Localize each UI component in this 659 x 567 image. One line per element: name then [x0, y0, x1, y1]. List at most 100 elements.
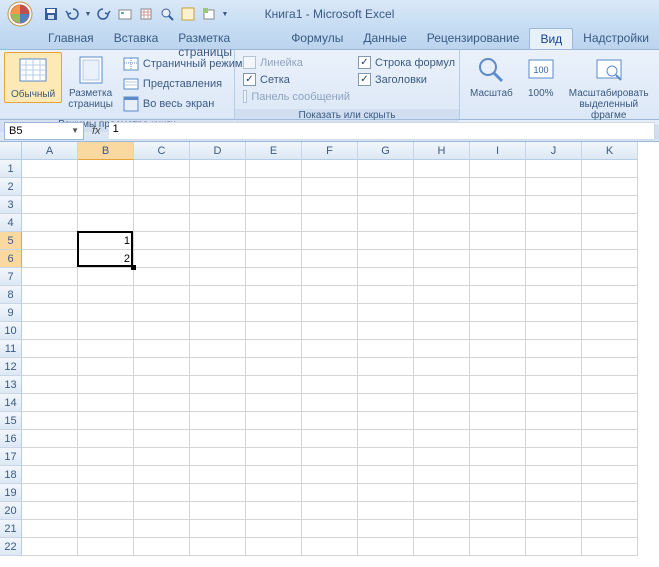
- column-header[interactable]: D: [190, 142, 246, 160]
- cell[interactable]: [246, 430, 302, 448]
- chevron-down-icon[interactable]: ▼: [71, 126, 79, 135]
- redo-icon[interactable]: [95, 5, 113, 23]
- cell[interactable]: [302, 538, 358, 556]
- fill-handle[interactable]: [131, 265, 136, 270]
- page-layout-button[interactable]: Разметка страницы: [62, 52, 119, 112]
- cell[interactable]: [358, 340, 414, 358]
- office-button[interactable]: [2, 0, 38, 28]
- cell[interactable]: [470, 466, 526, 484]
- cell[interactable]: [78, 178, 134, 196]
- cell[interactable]: [526, 394, 582, 412]
- cell[interactable]: [582, 358, 638, 376]
- cell[interactable]: [526, 232, 582, 250]
- cell[interactable]: [526, 484, 582, 502]
- cell[interactable]: [302, 214, 358, 232]
- fx-icon[interactable]: fx: [88, 125, 105, 137]
- cell[interactable]: [78, 394, 134, 412]
- cell[interactable]: [246, 286, 302, 304]
- cell[interactable]: [526, 538, 582, 556]
- row-header[interactable]: 19: [0, 484, 22, 502]
- cell[interactable]: [470, 160, 526, 178]
- cell[interactable]: [582, 340, 638, 358]
- cell[interactable]: [190, 232, 246, 250]
- cell[interactable]: [190, 394, 246, 412]
- cell[interactable]: [358, 268, 414, 286]
- cell[interactable]: [470, 232, 526, 250]
- cell[interactable]: [78, 502, 134, 520]
- row-header[interactable]: 4: [0, 214, 22, 232]
- cell[interactable]: [582, 232, 638, 250]
- cell[interactable]: [134, 520, 190, 538]
- cell[interactable]: [358, 412, 414, 430]
- cell[interactable]: [358, 538, 414, 556]
- cell[interactable]: 1: [78, 232, 134, 250]
- cell[interactable]: [414, 214, 470, 232]
- formula-input[interactable]: 1: [109, 122, 655, 140]
- cell[interactable]: [470, 484, 526, 502]
- cell[interactable]: [582, 160, 638, 178]
- zoom-100-button[interactable]: 100 100%: [519, 52, 563, 101]
- cell[interactable]: [358, 430, 414, 448]
- tab-addins[interactable]: Надстройки: [573, 28, 659, 49]
- cell[interactable]: [414, 304, 470, 322]
- qat-item-icon[interactable]: [137, 5, 155, 23]
- spreadsheet-grid[interactable]: ABCDEFGHIJK 1234567891011121314151617181…: [0, 142, 659, 567]
- cell[interactable]: [246, 214, 302, 232]
- cell[interactable]: [302, 484, 358, 502]
- cell[interactable]: [302, 178, 358, 196]
- cell[interactable]: [22, 394, 78, 412]
- cell[interactable]: [78, 412, 134, 430]
- cell[interactable]: [358, 448, 414, 466]
- cell[interactable]: [134, 394, 190, 412]
- cell[interactable]: [22, 160, 78, 178]
- cell[interactable]: [22, 286, 78, 304]
- tab-formulas[interactable]: Формулы: [281, 28, 353, 49]
- row-header[interactable]: 10: [0, 322, 22, 340]
- cell[interactable]: [22, 304, 78, 322]
- cell[interactable]: [582, 376, 638, 394]
- qat-item-icon[interactable]: [116, 5, 134, 23]
- cell[interactable]: [582, 520, 638, 538]
- cell[interactable]: [22, 358, 78, 376]
- cell[interactable]: [134, 214, 190, 232]
- qat-dropdown-icon[interactable]: ▼: [84, 5, 92, 23]
- cell[interactable]: [470, 214, 526, 232]
- page-break-preview-button[interactable]: Страничный режим: [121, 55, 245, 73]
- cell[interactable]: [190, 502, 246, 520]
- cell[interactable]: [302, 160, 358, 178]
- cell[interactable]: [246, 538, 302, 556]
- cell[interactable]: [414, 394, 470, 412]
- cell[interactable]: [190, 322, 246, 340]
- cell[interactable]: [414, 358, 470, 376]
- cell[interactable]: [78, 538, 134, 556]
- cell[interactable]: [582, 484, 638, 502]
- column-header[interactable]: B: [78, 142, 134, 160]
- cell[interactable]: [414, 538, 470, 556]
- cell[interactable]: [302, 394, 358, 412]
- cell[interactable]: [78, 196, 134, 214]
- cell[interactable]: [302, 466, 358, 484]
- cell[interactable]: [582, 178, 638, 196]
- name-box[interactable]: B5 ▼: [4, 122, 84, 140]
- cell[interactable]: [526, 196, 582, 214]
- cell[interactable]: [302, 448, 358, 466]
- cell[interactable]: [582, 268, 638, 286]
- cell[interactable]: [246, 250, 302, 268]
- cell[interactable]: [134, 250, 190, 268]
- cell[interactable]: [526, 268, 582, 286]
- cell[interactable]: [358, 466, 414, 484]
- cell[interactable]: [190, 466, 246, 484]
- cell[interactable]: [582, 196, 638, 214]
- cell[interactable]: [526, 322, 582, 340]
- cell[interactable]: [134, 268, 190, 286]
- cell[interactable]: [470, 520, 526, 538]
- cell[interactable]: [358, 394, 414, 412]
- row-header[interactable]: 6: [0, 250, 22, 268]
- normal-view-button[interactable]: Обычный: [4, 52, 62, 103]
- cell[interactable]: [190, 304, 246, 322]
- cell[interactable]: [134, 484, 190, 502]
- cell[interactable]: [78, 358, 134, 376]
- cell[interactable]: [470, 412, 526, 430]
- row-header[interactable]: 12: [0, 358, 22, 376]
- cell[interactable]: [526, 376, 582, 394]
